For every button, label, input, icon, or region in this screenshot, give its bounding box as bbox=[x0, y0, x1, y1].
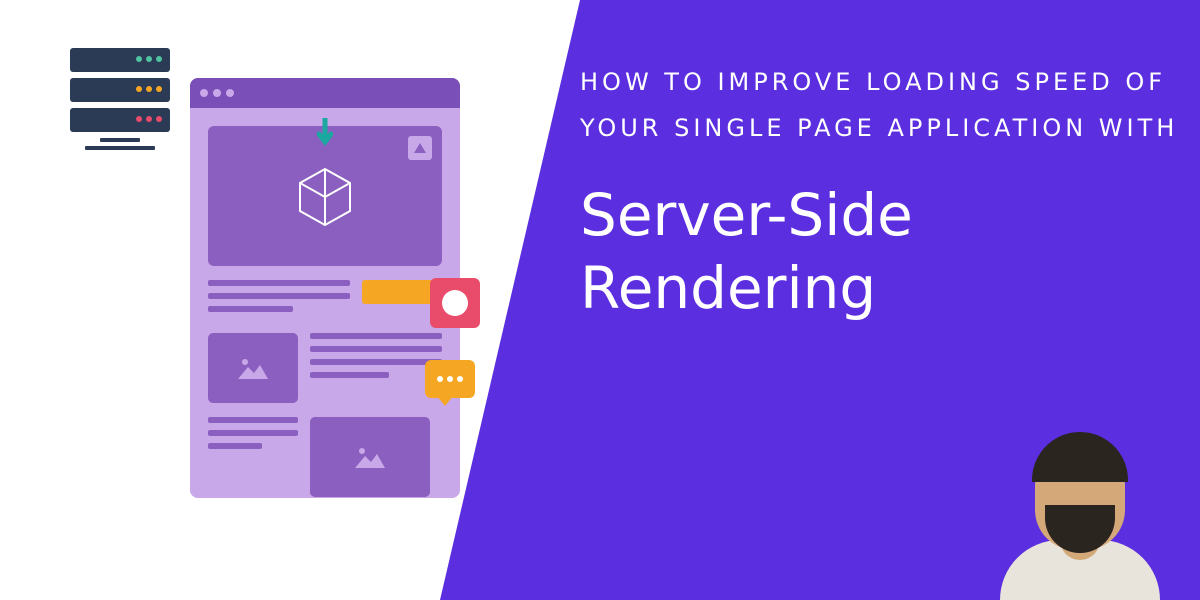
subtitle-text: HOW TO IMPROVE LOADING SPEED OF YOUR SIN… bbox=[580, 60, 1200, 151]
illustration-group bbox=[70, 48, 480, 518]
chat-bubble-icon bbox=[425, 360, 475, 398]
content-row-1 bbox=[208, 280, 442, 319]
triangle-up-icon bbox=[408, 136, 432, 160]
server-rack-2 bbox=[70, 78, 170, 102]
headline-text-block: HOW TO IMPROVE LOADING SPEED OF YOUR SIN… bbox=[580, 60, 1200, 324]
text-lines-1 bbox=[208, 280, 350, 319]
browser-window-icon bbox=[190, 78, 460, 498]
server-rack-1 bbox=[70, 48, 170, 72]
title-text: Server-Side Rendering bbox=[580, 179, 1200, 324]
image-card-1 bbox=[208, 333, 298, 403]
content-row-3 bbox=[208, 417, 442, 497]
server-base bbox=[85, 146, 155, 150]
arrow-down-icon bbox=[317, 118, 333, 148]
server-rack-3 bbox=[70, 108, 170, 132]
browser-title-bar bbox=[190, 78, 460, 108]
cube-icon bbox=[290, 161, 360, 231]
red-circle-icon bbox=[430, 278, 480, 328]
image-card-2 bbox=[310, 417, 430, 497]
text-lines-2 bbox=[310, 333, 442, 403]
server-stand bbox=[100, 138, 140, 142]
hero-block bbox=[208, 126, 442, 266]
content-row-2 bbox=[208, 333, 442, 403]
author-avatar bbox=[990, 420, 1170, 600]
avatar-hair bbox=[1032, 432, 1128, 482]
browser-content bbox=[190, 108, 460, 515]
server-stack-icon bbox=[70, 48, 170, 150]
